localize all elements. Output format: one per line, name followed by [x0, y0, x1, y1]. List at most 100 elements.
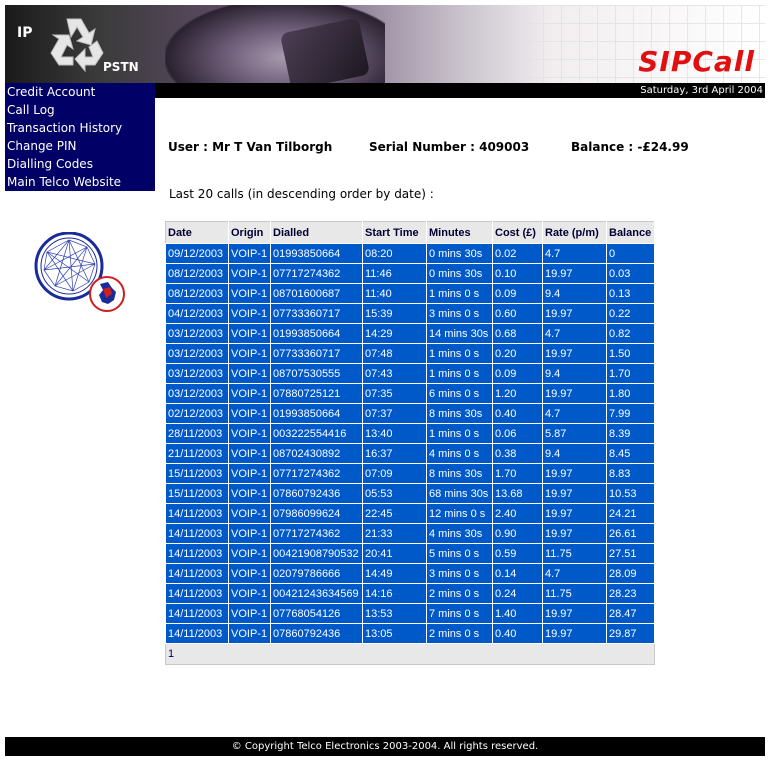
cell-balance: 0.22 — [606, 303, 655, 324]
network-globe-icon — [34, 232, 125, 312]
cell-date: 14/11/2003 — [165, 523, 229, 544]
cell-minutes: 1 mins 0 s — [426, 423, 493, 444]
nav-change-pin[interactable]: Change PIN — [5, 137, 155, 155]
cell-rate: 9.4 — [542, 283, 607, 304]
cell-start-time: 13:40 — [362, 423, 427, 444]
nav-main-telco-website[interactable]: Main Telco Website — [5, 173, 155, 191]
col-minutes: Minutes — [426, 221, 493, 244]
cell-start-time: 15:39 — [362, 303, 427, 324]
table-row: 02/12/2003 VOIP-1 01993850664 07:37 8 mins 3… — [165, 403, 655, 424]
cell-rate: 9.4 — [542, 443, 607, 464]
cell-start-time: 05:53 — [362, 483, 427, 504]
cell-date: 14/11/2003 — [165, 603, 229, 624]
cell-origin: VOIP-1 — [228, 303, 271, 324]
call-log-table: Date Origin Dialled Start Time Minutes C… — [165, 221, 655, 665]
cell-origin: VOIP-1 — [228, 443, 271, 464]
cell-cost: 1.70 — [492, 463, 543, 484]
cell-start-time: 11:46 — [362, 263, 427, 284]
cell-origin: VOIP-1 — [228, 283, 271, 304]
table-row: 03/12/2003 VOIP-1 07733360717 07:48 1 mins 0… — [165, 343, 655, 364]
cell-rate: 11.75 — [542, 583, 607, 604]
cell-rate: 19.97 — [542, 343, 607, 364]
cell-dialled: 07880725121 — [270, 383, 363, 404]
cell-origin: VOIP-1 — [228, 523, 271, 544]
logo-pstn-text: PSTN — [103, 60, 139, 74]
col-origin: Origin — [228, 221, 271, 244]
cell-origin: VOIP-1 — [228, 243, 271, 264]
cell-minutes: 2 mins 0 s — [426, 623, 493, 644]
cell-start-time: 07:09 — [362, 463, 427, 484]
cell-dialled: 07768054126 — [270, 603, 363, 624]
nav-call-log[interactable]: Call Log — [5, 101, 155, 119]
cell-cost: 0.59 — [492, 543, 543, 564]
cell-start-time: 22:45 — [362, 503, 427, 524]
footer: © Copyright Telco Electronics 2003-2004.… — [5, 737, 765, 756]
cell-balance: 0 — [606, 243, 655, 264]
user-name: User : Mr T Van Tilborgh — [168, 140, 333, 154]
cell-minutes: 4 mins 30s — [426, 523, 493, 544]
recycle-icon — [50, 18, 104, 73]
cell-balance: 8.45 — [606, 443, 655, 464]
cell-origin: VOIP-1 — [228, 383, 271, 404]
cell-cost: 0.09 — [492, 283, 543, 304]
nav-dialling-codes[interactable]: Dialling Codes — [5, 155, 155, 173]
cell-rate: 19.97 — [542, 523, 607, 544]
nav-credit-account[interactable]: Credit Account — [5, 83, 155, 101]
cell-origin: VOIP-1 — [228, 403, 271, 424]
cell-dialled: 01993850664 — [270, 243, 363, 264]
table-row: 08/12/2003 VOIP-1 08701600687 11:40 1 mins 0… — [165, 283, 655, 304]
cell-minutes: 8 mins 30s — [426, 403, 493, 424]
cell-minutes: 4 mins 0 s — [426, 443, 493, 464]
current-date: Saturday, 3rd April 2004 — [640, 85, 763, 96]
cell-dialled: 08702430892 — [270, 443, 363, 464]
cell-minutes: 6 mins 0 s — [426, 383, 493, 404]
cell-cost: 13.68 — [492, 483, 543, 504]
cell-cost: 2.40 — [492, 503, 543, 524]
cell-minutes: 3 mins 0 s — [426, 303, 493, 324]
cell-start-time: 20:41 — [362, 543, 427, 564]
cell-date: 09/12/2003 — [165, 243, 229, 264]
cell-rate: 19.97 — [542, 603, 607, 624]
table-row: 21/11/2003 VOIP-1 08702430892 16:37 4 mins 0… — [165, 443, 655, 464]
calls-heading: Last 20 calls (in descending order by da… — [169, 187, 434, 201]
cell-cost: 0.60 — [492, 303, 543, 324]
cell-rate: 19.97 — [542, 303, 607, 324]
cell-balance: 28.23 — [606, 583, 655, 604]
nav-transaction-history[interactable]: Transaction History — [5, 119, 155, 137]
cell-date: 14/11/2003 — [165, 583, 229, 604]
cell-cost: 0.02 — [492, 243, 543, 264]
cell-minutes: 1 mins 0 s — [426, 343, 493, 364]
cell-cost: 0.24 — [492, 583, 543, 604]
cell-balance: 8.39 — [606, 423, 655, 444]
cell-start-time: 14:16 — [362, 583, 427, 604]
table-row: 03/12/2003 VOIP-1 01993850664 14:29 14 mins … — [165, 323, 655, 344]
cell-dialled: 07986099624 — [270, 503, 363, 524]
cell-date: 08/12/2003 — [165, 263, 229, 284]
cell-date: 21/11/2003 — [165, 443, 229, 464]
brand-logo: SIPCall — [638, 45, 755, 78]
cell-date: 03/12/2003 — [165, 323, 229, 344]
cell-dialled: 08707530555 — [270, 363, 363, 384]
cell-start-time: 21:33 — [362, 523, 427, 544]
cell-balance: 1.80 — [606, 383, 655, 404]
table-header-row: Date Origin Dialled Start Time Minutes C… — [165, 221, 655, 244]
cell-balance: 26.61 — [606, 523, 655, 544]
table-row: 15/11/2003 VOIP-1 07717274362 07:09 8 mins 3… — [165, 463, 655, 484]
table-row: 28/11/2003 VOIP-1 003222554416 13:40 1 mins … — [165, 423, 655, 444]
table-row: 14/11/2003 VOIP-1 00421243634569 14:16 2 min… — [165, 583, 655, 604]
cell-dialled: 07717274362 — [270, 263, 363, 284]
cell-date: 03/12/2003 — [165, 383, 229, 404]
cell-start-time: 07:43 — [362, 363, 427, 384]
page-link[interactable]: 1 — [168, 648, 174, 660]
cell-dialled: 003222554416 — [270, 423, 363, 444]
cell-cost: 1.40 — [492, 603, 543, 624]
cell-rate: 19.97 — [542, 503, 607, 524]
cell-date: 15/11/2003 — [165, 483, 229, 504]
cell-rate: 4.7 — [542, 403, 607, 424]
cell-minutes: 1 mins 0 s — [426, 283, 493, 304]
cell-rate: 4.7 — [542, 563, 607, 584]
cell-rate: 19.97 — [542, 263, 607, 284]
cell-origin: VOIP-1 — [228, 423, 271, 444]
cell-date: 14/11/2003 — [165, 563, 229, 584]
cell-start-time: 11:40 — [362, 283, 427, 304]
